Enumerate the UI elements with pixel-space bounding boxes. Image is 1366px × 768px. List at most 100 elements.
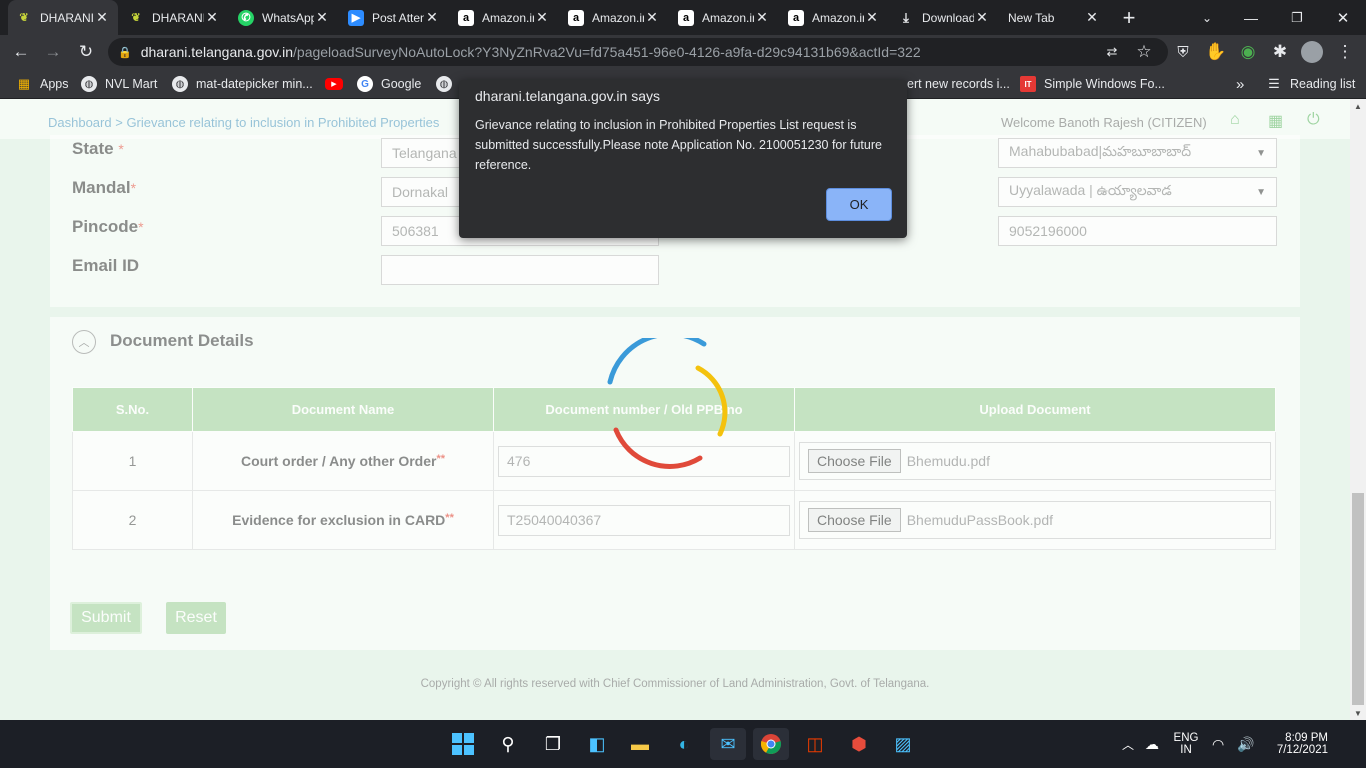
document-number-cell: T25040040367 xyxy=(493,490,795,550)
new-tab-icon[interactable]: + xyxy=(1114,0,1144,35)
tray-overflow-chevron-icon[interactable]: ︿ xyxy=(1122,720,1134,768)
email-input[interactable] xyxy=(381,255,659,285)
extension-globe-icon[interactable]: ◉ xyxy=(1233,35,1263,69)
reset-button[interactable]: Reset xyxy=(166,602,226,634)
close-tab-icon[interactable]: ✕ xyxy=(534,9,550,26)
edge-browser-icon[interactable]: ◐ xyxy=(666,728,702,760)
file-explorer-icon[interactable]: ▬ xyxy=(622,728,658,760)
menu-kebab-icon[interactable]: ⋮ xyxy=(1330,35,1360,69)
browser-tab[interactable]: ✆ WhatsApp ✕ xyxy=(230,0,338,35)
address-bar[interactable]: 🔒 dharani.telangana.gov.in/pageloadSurve… xyxy=(108,38,1168,66)
scroll-up-arrow-icon[interactable]: ▲ xyxy=(1350,99,1366,113)
required-mark: * xyxy=(130,180,137,196)
close-tab-icon[interactable]: ✕ xyxy=(94,9,110,26)
browser-tab[interactable]: a Amazon.in ✕ xyxy=(560,0,668,35)
reading-list-label: Reading list xyxy=(1290,77,1356,91)
tab-search-icon[interactable]: ⌄ xyxy=(1192,0,1222,35)
tab-title: DHARANI xyxy=(40,10,94,25)
required-mark: * xyxy=(138,219,144,235)
search-icon[interactable]: ⚲ xyxy=(490,728,526,760)
close-window-icon[interactable]: ✕ xyxy=(1328,0,1358,35)
scrollbar-thumb[interactable] xyxy=(1352,493,1364,705)
task-view-icon[interactable]: ❐ xyxy=(535,728,571,760)
profile-avatar[interactable] xyxy=(1297,35,1327,69)
village-value: Uyyalawada | ఉయ్యాలవాడ xyxy=(1009,182,1172,198)
choose-file-button[interactable]: Choose File xyxy=(808,508,901,532)
more-bookmarks-label: » xyxy=(1236,75,1245,93)
bookmark-nvl-mart[interactable]: ◍ NVL Mart xyxy=(81,69,157,99)
volume-icon[interactable]: 🔊 xyxy=(1237,720,1254,768)
bookmark-insert-records[interactable]: ert new records i... xyxy=(907,69,1010,99)
clock[interactable]: 8:09 PM 7/12/2021 xyxy=(1268,720,1328,768)
reload-icon[interactable]: ↻ xyxy=(71,35,101,69)
mobile-input[interactable]: 9052196000 xyxy=(998,216,1277,246)
browser-tab[interactable]: a Amazon.in ✕ xyxy=(780,0,888,35)
extensions-puzzle-icon[interactable]: ✱ xyxy=(1265,35,1295,69)
3d-box-app-icon[interactable]: ⬢ xyxy=(841,728,877,760)
cloud-weather-icon[interactable]: ☁ xyxy=(1145,720,1159,768)
browser-tab[interactable]: ⤓ Downloads ✕ xyxy=(890,0,998,35)
reading-list-button[interactable]: ☰ Reading list xyxy=(1266,69,1355,99)
language-indicator[interactable]: ENG IN xyxy=(1170,720,1202,768)
wifi-icon[interactable]: ◠ xyxy=(1212,720,1224,768)
document-name: Court order / Any other Order xyxy=(240,453,437,469)
more-bookmarks-button[interactable]: » xyxy=(1236,69,1244,99)
submit-button[interactable]: Submit xyxy=(70,602,142,634)
bookmark-apps[interactable]: ▦ Apps xyxy=(16,69,69,99)
bookmark-simple-windows[interactable]: IT Simple Windows Fo... xyxy=(1020,69,1165,99)
start-windows-icon[interactable] xyxy=(445,728,481,760)
bookmark-globe[interactable]: ◍ xyxy=(436,69,460,99)
choose-file-button[interactable]: Choose File xyxy=(808,449,901,473)
close-tab-icon[interactable]: ✕ xyxy=(424,9,440,26)
close-tab-icon[interactable]: ✕ xyxy=(864,9,880,26)
adblock-icon[interactable]: ✋ xyxy=(1201,35,1231,69)
mail-icon[interactable]: ✉ xyxy=(710,728,746,760)
browser-tab[interactable]: New Tab ✕ xyxy=(1000,0,1108,35)
browser-tab[interactable]: a Amazon.in ✕ xyxy=(670,0,778,35)
district-value: Mahabubabad|మహబూబాబాద్ xyxy=(1009,143,1192,159)
shield-extension-icon[interactable]: ⛨ xyxy=(1168,35,1198,69)
translate-icon[interactable]: ⇄ xyxy=(1097,35,1127,69)
bookmark-star-icon[interactable]: ☆ xyxy=(1129,35,1159,69)
dialog-ok-button[interactable]: OK xyxy=(826,188,892,221)
home-icon[interactable]: ⌂ xyxy=(1230,111,1240,129)
amazon-icon: a xyxy=(458,9,474,26)
widgets-icon[interactable]: ◧ xyxy=(579,728,615,760)
office-icon[interactable]: ◫ xyxy=(797,728,833,760)
village-select[interactable]: Uyyalawada | ఉయ్యాలవాడ ▼ xyxy=(998,177,1277,207)
bookmark-label: Apps xyxy=(40,77,69,91)
breadcrumb: Dashboard > Grievance relating to inclus… xyxy=(48,115,439,130)
browser-tab[interactable]: ❦ DHARANI ✕ xyxy=(8,0,118,35)
tab-title: Amazon.in xyxy=(702,10,754,25)
collapse-chevron-up-icon[interactable]: ︿ xyxy=(72,330,96,354)
back-icon[interactable]: ← xyxy=(6,35,36,69)
forward-icon[interactable]: → xyxy=(38,35,68,69)
close-tab-icon[interactable]: ✕ xyxy=(974,9,990,26)
close-tab-icon[interactable]: ✕ xyxy=(314,9,330,26)
close-tab-icon[interactable]: ✕ xyxy=(644,9,660,26)
grid-menu-icon[interactable]: ▦ xyxy=(1268,111,1283,131)
bookmark-label: Simple Windows Fo... xyxy=(1044,77,1165,91)
browser-tab[interactable]: ▶ Post Attendance ✕ xyxy=(340,0,448,35)
mandal-value: Dornakal xyxy=(392,184,449,200)
power-logout-icon[interactable]: ⏻ xyxy=(1307,111,1320,129)
restore-icon[interactable]: ❐ xyxy=(1282,0,1312,35)
minimize-icon[interactable]: — xyxy=(1236,0,1266,35)
document-number-input[interactable]: T25040040367 xyxy=(498,504,790,536)
browser-tab[interactable]: ❦ DHARANI ✕ xyxy=(120,0,228,35)
close-tab-icon[interactable]: ✕ xyxy=(204,9,220,26)
browser-tab[interactable]: a Amazon.in ✕ xyxy=(450,0,558,35)
url-host: dharani.telangana.gov.in xyxy=(140,44,294,60)
file-upload: Choose File BhemuduPassBook.pdf xyxy=(799,501,1271,539)
bookmark-youtube[interactable]: ▶ xyxy=(325,69,351,99)
district-select[interactable]: Mahabubabad|మహబూబాబాద్ ▼ xyxy=(998,138,1277,168)
close-tab-icon[interactable]: ✕ xyxy=(1084,9,1100,26)
bookmark-mat-datepicker[interactable]: ◍ mat-datepicker min... xyxy=(172,69,313,99)
photos-icon[interactable]: ▨ xyxy=(885,728,921,760)
scroll-down-arrow-icon[interactable]: ▼ xyxy=(1350,706,1366,720)
chrome-icon[interactable] xyxy=(753,728,789,760)
uploaded-file-name: BhemuduPassBook.pdf xyxy=(906,512,1054,528)
close-tab-icon[interactable]: ✕ xyxy=(754,9,770,26)
breadcrumb-dashboard-link[interactable]: Dashboard xyxy=(48,115,112,130)
bookmark-google[interactable]: G Google xyxy=(357,69,421,99)
